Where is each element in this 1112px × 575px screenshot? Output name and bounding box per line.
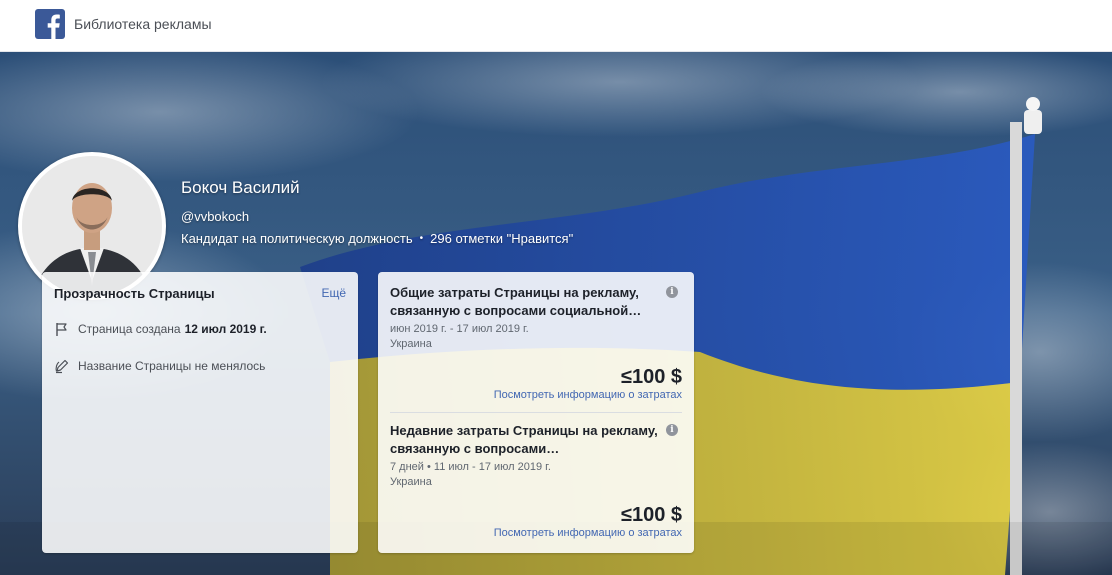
total-spend-amount: ≤100 $ [620, 366, 682, 388]
total-spend-section: Общие затраты Страницы на рекламу, связа… [390, 284, 682, 412]
recent-spend-title: Недавние затраты Страницы на рекламу, св… [390, 423, 658, 456]
total-spend-period: июн 2019 г. - 17 июл 2019 г. [390, 323, 529, 335]
total-spend-region: Украина [390, 338, 432, 350]
page-meta: Кандидат на политическую должность • 296… [181, 231, 573, 246]
info-icon[interactable]: i [666, 286, 678, 298]
page-created-row: Страница создана 12 июл 2019 г. [54, 321, 267, 337]
page-handle: @vvbokoch [181, 209, 250, 224]
spend-divider [390, 412, 682, 413]
flag-icon [56, 323, 67, 336]
page-likes: 296 отметки "Нравится" [430, 231, 574, 246]
total-spend-title: Общие затраты Страницы на рекламу, связа… [390, 285, 642, 318]
meta-separator: • [419, 233, 424, 244]
page-spend-card: Общие затраты Страницы на рекламу, связа… [378, 272, 694, 553]
transparency-more-link[interactable]: Ещё [321, 286, 346, 300]
page-name: Бокоч Василий [181, 178, 300, 197]
page-transparency-card: Прозрачность Страницы Ещё Страница созда… [42, 272, 358, 553]
recent-spend-region: Украина [390, 476, 432, 488]
page-category: Кандидат на политическую должность [181, 231, 413, 246]
recent-spend-section: Недавние затраты Страницы на рекламу, св… [390, 422, 682, 542]
transparency-title: Прозрачность Страницы [54, 286, 215, 301]
info-icon[interactable]: i [666, 424, 678, 436]
ad-library-title-link[interactable]: Библиотека рекламы [74, 16, 212, 32]
pencil-edit-icon [55, 359, 69, 374]
recent-spend-amount: ≤100 $ [620, 504, 682, 526]
page-created-label: Страница создана [78, 322, 181, 336]
top-bar: Библиотека рекламы [0, 0, 1112, 52]
facebook-logo-icon[interactable] [35, 9, 65, 39]
page-name-history: Название Страницы не менялось [78, 359, 266, 373]
page-name-history-row: Название Страницы не менялось [54, 358, 265, 374]
page-created-date: 12 июл 2019 г. [184, 322, 267, 336]
recent-spend-period: 7 дней • 11 июл - 17 июл 2019 г. [390, 461, 551, 473]
total-spend-details-link[interactable]: Посмотреть информацию о затратах [494, 389, 682, 401]
recent-spend-details-link[interactable]: Посмотреть информацию о затратах [494, 527, 682, 539]
